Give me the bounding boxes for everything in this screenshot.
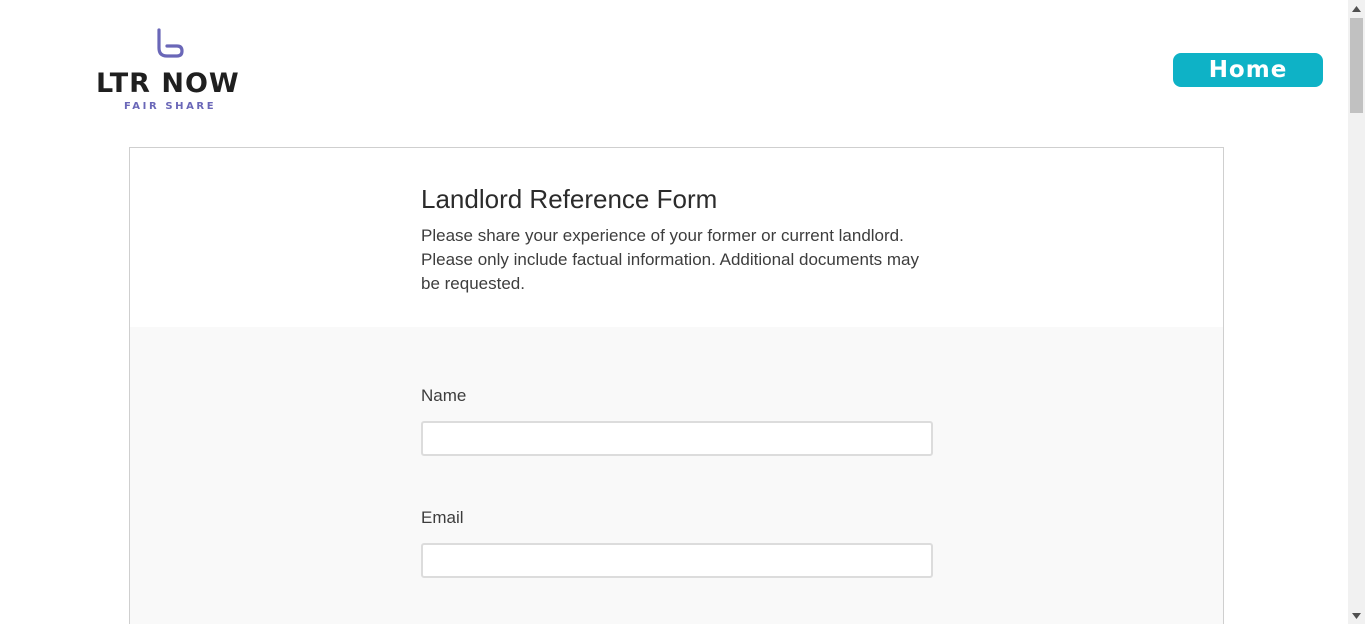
form-card: Landlord Reference Form Please share you… [129, 147, 1224, 624]
name-label: Name [421, 386, 467, 405]
logo-title: LTR NOW [96, 68, 240, 99]
logo-subtitle: FAIR SHARE [124, 101, 217, 112]
email-input[interactable] [421, 543, 933, 578]
form-header: Landlord Reference Form Please share you… [130, 148, 1223, 327]
name-input[interactable] [421, 421, 933, 456]
home-button[interactable]: Home [1173, 53, 1323, 87]
form-title: Landlord Reference Form [421, 184, 718, 214]
scrollbar-thumb[interactable] [1350, 18, 1363, 113]
scroll-down-icon[interactable] [1348, 607, 1365, 624]
scroll-up-icon[interactable] [1348, 0, 1365, 17]
site-logo[interactable]: LTR NOW FAIR SHARE [92, 26, 248, 116]
vertical-scrollbar[interactable] [1348, 0, 1365, 624]
form-description: Please share your experience of your for… [421, 226, 920, 293]
email-label: Email [421, 508, 464, 527]
page: LTR NOW FAIR SHARE Home Landlord Referen… [0, 0, 1365, 624]
logo-mark-icon [157, 28, 184, 58]
